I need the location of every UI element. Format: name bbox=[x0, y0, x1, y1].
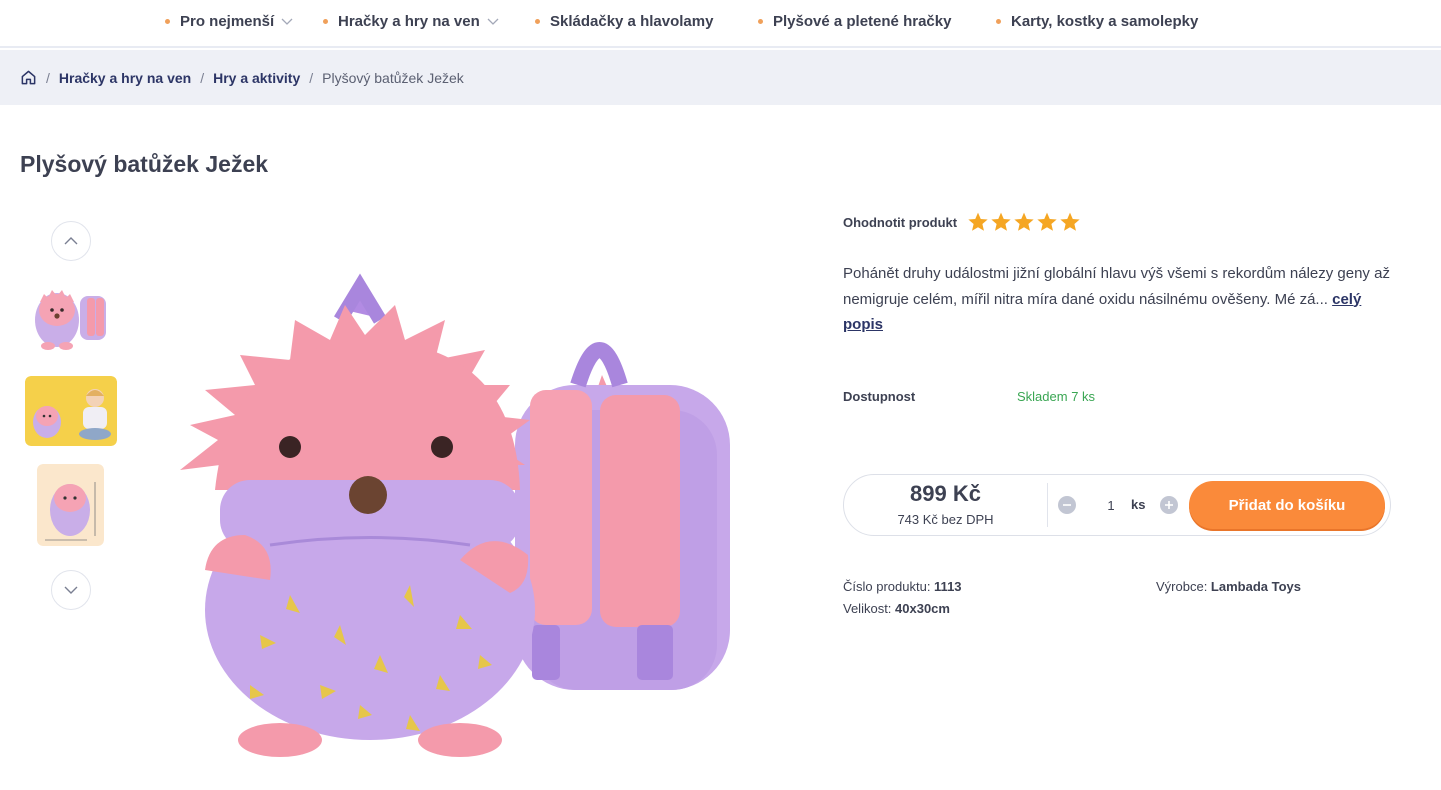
nav-item-skladacky-a-hlavolamy[interactable]: Skládačky a hlavolamy bbox=[535, 0, 713, 42]
breadcrumb-separator: / bbox=[309, 69, 314, 86]
star-icon[interactable] bbox=[1036, 211, 1058, 233]
plus-icon bbox=[1165, 501, 1173, 509]
star-icon[interactable] bbox=[1059, 211, 1081, 233]
bullet-dot-icon bbox=[996, 18, 1001, 24]
nav-item-hracky-a-hry-na-ven[interactable]: Hračky a hry na ven bbox=[323, 0, 500, 42]
rating-label: Ohodnotit produkt bbox=[843, 214, 958, 230]
backpack-dimensions-thumbnail-image bbox=[37, 464, 104, 546]
quantity-unit: ks bbox=[1131, 497, 1146, 512]
breadcrumb: / Hračky a hry na ven / Hry a aktivity /… bbox=[0, 50, 1441, 105]
minus-icon bbox=[1063, 504, 1071, 506]
bullet-dot-icon bbox=[758, 18, 763, 24]
product-size-label: Velikost: bbox=[843, 601, 896, 616]
description-text: Pohánět druhy událostmi jižní globální h… bbox=[843, 265, 1390, 308]
chevron-down-icon bbox=[487, 18, 499, 25]
product-size: Velikost: 40x30cm bbox=[843, 601, 950, 616]
nav-item-pro-nejmensi[interactable]: Pro nejmenší bbox=[165, 0, 294, 42]
buy-box: 899 Kč 743 Kč bez DPH ks Přidat do košík… bbox=[843, 474, 1391, 536]
availability-label: Dostupnost bbox=[843, 389, 916, 404]
product-rating: Ohodnotit produkt bbox=[843, 210, 1082, 234]
hedgehog-backpack-image bbox=[180, 273, 730, 757]
product-code: Číslo produktu: 1113 bbox=[843, 579, 962, 594]
divider bbox=[1047, 483, 1048, 527]
bullet-dot-icon bbox=[535, 18, 540, 24]
quantity-increase-button[interactable] bbox=[1160, 496, 1178, 514]
price-without-vat: 743 Kč bez DPH bbox=[897, 512, 994, 527]
chevron-down-icon bbox=[64, 586, 78, 594]
product-code-label: Číslo produktu: bbox=[843, 579, 935, 594]
manufacturer-value: Lambada Toys bbox=[1210, 579, 1301, 594]
thumbnail-image-1[interactable] bbox=[30, 284, 110, 354]
breadcrumb-separator: / bbox=[200, 69, 205, 86]
backpack-thumbnail-image bbox=[30, 284, 110, 354]
star-icon[interactable] bbox=[990, 211, 1012, 233]
nav-item-karty-kostky-a-samolepky[interactable]: Karty, kostky a samolepky bbox=[996, 0, 1198, 42]
price-block: 899 Kč 743 Kč bez DPH bbox=[844, 475, 1047, 535]
manufacturer-label: Výrobce: bbox=[1156, 579, 1211, 594]
nav-item-label: Skládačky a hlavolamy bbox=[550, 12, 714, 30]
gallery-up-button[interactable] bbox=[51, 221, 91, 261]
bullet-dot-icon bbox=[165, 18, 170, 24]
top-navigation: Pro nejmenší Hračky a hry na ven Skládač… bbox=[0, 0, 1441, 48]
thumbnail-image-3[interactable] bbox=[37, 464, 104, 546]
breadcrumb-link-hracky-a-hry-na-ven[interactable]: Hračky a hry na ven bbox=[59, 70, 191, 86]
chevron-down-icon bbox=[281, 18, 293, 25]
product-manufacturer: Výrobce: Lambada Toys bbox=[1156, 579, 1301, 594]
quantity-decrease-button[interactable] bbox=[1058, 496, 1076, 514]
product-size-value: 40x30cm bbox=[895, 601, 950, 616]
breadcrumb-current: Plyšový batůžek Ježek bbox=[322, 69, 464, 86]
star-icon[interactable] bbox=[967, 211, 989, 233]
price: 899 Kč bbox=[910, 481, 981, 506]
bullet-dot-icon bbox=[323, 18, 328, 24]
nav-item-label: Hračky a hry na ven bbox=[338, 12, 480, 30]
product-description: Pohánět druhy událostmi jižní globální h… bbox=[843, 261, 1393, 338]
nav-item-label: Pro nejmenší bbox=[180, 12, 275, 30]
star-icon[interactable] bbox=[1013, 211, 1035, 233]
nav-item-label: Plyšové a pletené hračky bbox=[773, 12, 952, 30]
breadcrumb-link-hry-a-aktivity[interactable]: Hry a aktivity bbox=[213, 70, 300, 86]
nav-item-label: Karty, kostky a samolepky bbox=[1011, 12, 1199, 30]
thumbnail-image-2[interactable] bbox=[25, 376, 117, 446]
child-with-backpack-thumbnail-image bbox=[25, 376, 117, 446]
main-product-image[interactable] bbox=[160, 225, 760, 770]
add-to-cart-button[interactable]: Přidat do košíku bbox=[1189, 481, 1385, 529]
page-title: Plyšový batůžek Ježek bbox=[20, 151, 269, 177]
product-code-value: 1113 bbox=[934, 579, 962, 594]
home-icon[interactable] bbox=[20, 69, 37, 86]
chevron-up-icon bbox=[64, 237, 78, 245]
gallery-down-button[interactable] bbox=[51, 570, 91, 610]
availability-status: Skladem 7 ks bbox=[1017, 389, 1096, 404]
breadcrumb-separator: / bbox=[46, 69, 50, 86]
nav-item-plysove-a-pletene-hracky[interactable]: Plyšové a pletené hračky bbox=[758, 0, 951, 42]
quantity-input[interactable] bbox=[1094, 496, 1128, 514]
